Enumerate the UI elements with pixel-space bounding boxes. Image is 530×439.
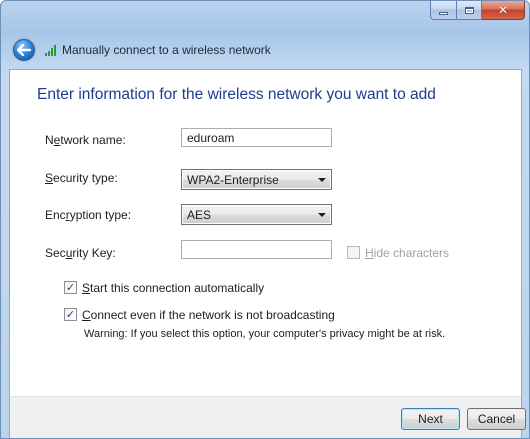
start-automatically-checkbox[interactable]: ✓ <box>64 281 77 294</box>
minimize-icon <box>439 11 448 15</box>
security-type-value: WPA2-Enterprise <box>187 172 279 187</box>
hide-characters-label: Hide characters <box>365 246 450 260</box>
cancel-button[interactable]: Cancel <box>467 408 526 430</box>
nav-bar: Manually connect to a wireless network <box>13 39 271 61</box>
wireless-signal-icon <box>45 44 56 56</box>
security-key-input[interactable] <box>181 240 332 259</box>
encryption-type-select[interactable]: AES <box>181 204 332 225</box>
start-automatically-label: Start this connection automatically <box>82 281 265 295</box>
close-button[interactable]: ✕ <box>482 1 525 20</box>
security-key-label: Security Key: <box>45 246 116 260</box>
back-arrow-icon <box>17 44 31 56</box>
nav-title: Manually connect to a wireless network <box>62 43 271 57</box>
content-panel: Enter information for the wireless netwo… <box>9 69 522 396</box>
encryption-type-value: AES <box>187 207 212 222</box>
security-type-label: Security type: <box>45 171 118 185</box>
next-button[interactable]: Next <box>401 408 460 430</box>
network-name-label: Network name: <box>45 133 126 147</box>
connect-even-checkbox[interactable]: ✓ <box>64 308 77 321</box>
chevron-down-icon <box>318 212 326 217</box>
privacy-warning: Warning: If you select this option, your… <box>84 328 446 340</box>
security-type-select[interactable]: WPA2-Enterprise <box>181 169 332 190</box>
minimize-button[interactable] <box>430 1 457 20</box>
caption-buttons: ✕ <box>430 1 525 20</box>
dialog-window: ✕ Manually connect to a wireless network… <box>0 0 530 439</box>
chevron-down-icon <box>318 177 326 182</box>
maximize-icon <box>464 6 474 14</box>
maximize-button[interactable] <box>457 1 482 20</box>
close-icon: ✕ <box>497 3 509 17</box>
checkmark-icon: ✓ <box>65 281 76 294</box>
network-name-input[interactable]: eduroam <box>181 128 332 147</box>
page-heading: Enter information for the wireless netwo… <box>37 86 436 103</box>
button-bar: Next Cancel <box>9 396 526 438</box>
connect-even-label: Connect even if the network is not broad… <box>82 308 335 322</box>
back-button[interactable] <box>13 39 35 61</box>
encryption-type-label: Encryption type: <box>45 208 132 222</box>
hide-characters-checkbox[interactable] <box>347 246 360 259</box>
checkmark-icon: ✓ <box>65 308 76 321</box>
